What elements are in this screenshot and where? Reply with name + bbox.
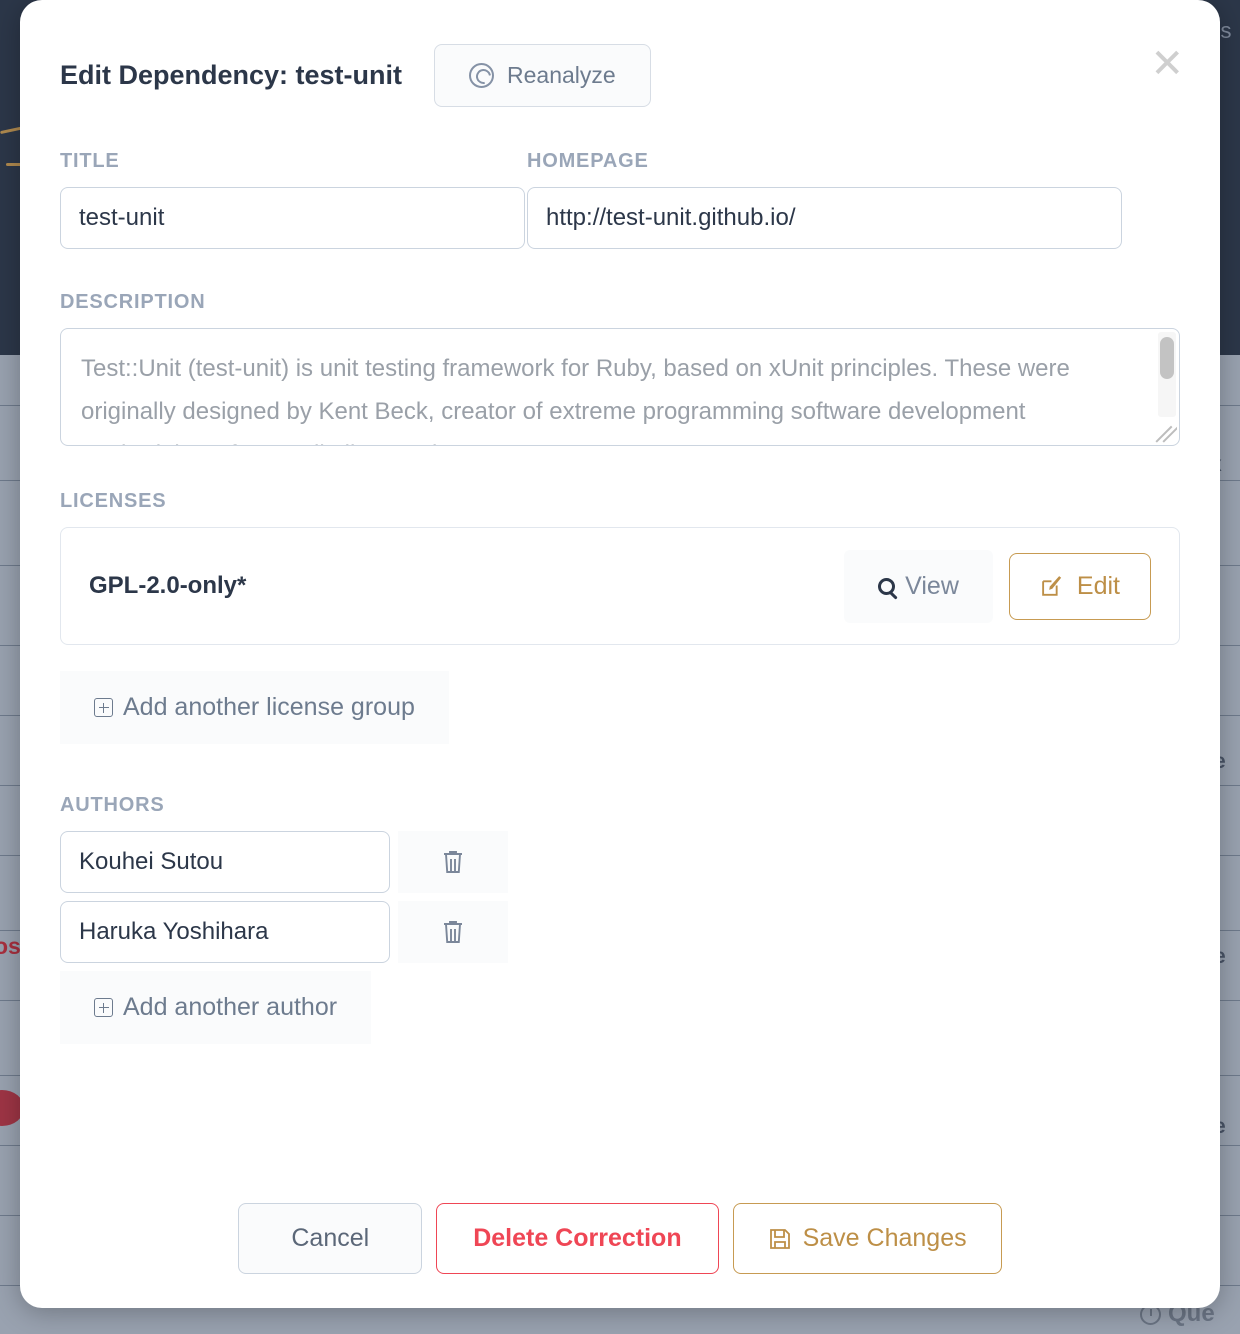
dialog-footer: Cancel Delete Correction Save Changes xyxy=(20,1203,1220,1274)
author-row xyxy=(60,831,1180,893)
search-icon xyxy=(878,578,895,595)
close-icon[interactable]: ✕ xyxy=(1150,44,1184,84)
view-license-button[interactable]: View xyxy=(844,550,993,623)
floppy-save-icon xyxy=(768,1227,792,1251)
title-homepage-row: TITLE HOMEPAGE xyxy=(60,150,1180,249)
edit-label: Edit xyxy=(1077,572,1120,601)
description-field-group: DESCRIPTION Test::Unit (test-unit) is un… xyxy=(60,291,1180,446)
licenses-section: LICENSES GPL-2.0-only* View Edit xyxy=(60,490,1180,744)
title-field-group: TITLE xyxy=(60,150,525,249)
save-label: Save Changes xyxy=(803,1224,967,1253)
delete-author-button[interactable] xyxy=(398,901,508,963)
trash-icon xyxy=(441,849,465,875)
reanalyze-button[interactable]: Reanalyze xyxy=(434,44,651,107)
description-scrollbar-thumb[interactable] xyxy=(1160,337,1174,379)
authors-label: AUTHORS xyxy=(60,794,1180,817)
license-name: GPL-2.0-only* xyxy=(89,572,844,600)
resize-handle-icon[interactable] xyxy=(1155,422,1177,444)
add-author-button[interactable]: Add another author xyxy=(60,971,371,1044)
author-input[interactable] xyxy=(60,901,390,963)
add-license-group-button[interactable]: Add another license group xyxy=(60,671,449,744)
title-input[interactable] xyxy=(60,187,525,249)
edit-dependency-dialog: Edit Dependency: test-unit Reanalyze ✕ T… xyxy=(20,0,1220,1308)
description-label: DESCRIPTION xyxy=(60,291,1180,314)
description-textarea[interactable]: Test::Unit (test-unit) is unit testing f… xyxy=(60,328,1180,446)
reanalyze-label: Reanalyze xyxy=(507,62,616,89)
refresh-icon xyxy=(469,63,494,88)
homepage-label: HOMEPAGE xyxy=(527,150,1122,173)
author-row xyxy=(60,901,1180,963)
authors-section: AUTHORS xyxy=(60,794,1180,1044)
dialog-header: Edit Dependency: test-unit Reanalyze xyxy=(20,44,1220,107)
author-input[interactable] xyxy=(60,831,390,893)
homepage-field-group: HOMEPAGE xyxy=(527,150,1122,249)
homepage-input[interactable] xyxy=(527,187,1122,249)
description-value: Test::Unit (test-unit) is unit testing f… xyxy=(61,329,1179,446)
dialog-body: TITLE HOMEPAGE DESCRIPTION Test::Unit (t… xyxy=(20,150,1220,1308)
delete-correction-button[interactable]: Delete Correction xyxy=(436,1203,718,1274)
pencil-square-icon xyxy=(1040,574,1065,599)
row-text-fragment-red: os xyxy=(0,933,21,960)
view-label: View xyxy=(905,572,959,601)
add-license-label: Add another license group xyxy=(123,693,415,722)
dialog-title: Edit Dependency: test-unit xyxy=(60,60,402,91)
edit-license-button[interactable]: Edit xyxy=(1009,553,1151,620)
plus-square-icon xyxy=(94,998,113,1017)
cancel-button[interactable]: Cancel xyxy=(238,1203,422,1274)
license-group-row: GPL-2.0-only* View Edit xyxy=(60,527,1180,645)
trash-icon xyxy=(441,919,465,945)
delete-author-button[interactable] xyxy=(398,831,508,893)
plus-square-icon xyxy=(94,698,113,717)
title-label: TITLE xyxy=(60,150,525,173)
licenses-label: LICENSES xyxy=(60,490,1180,513)
add-author-label: Add another author xyxy=(123,993,337,1022)
save-changes-button[interactable]: Save Changes xyxy=(733,1203,1002,1274)
